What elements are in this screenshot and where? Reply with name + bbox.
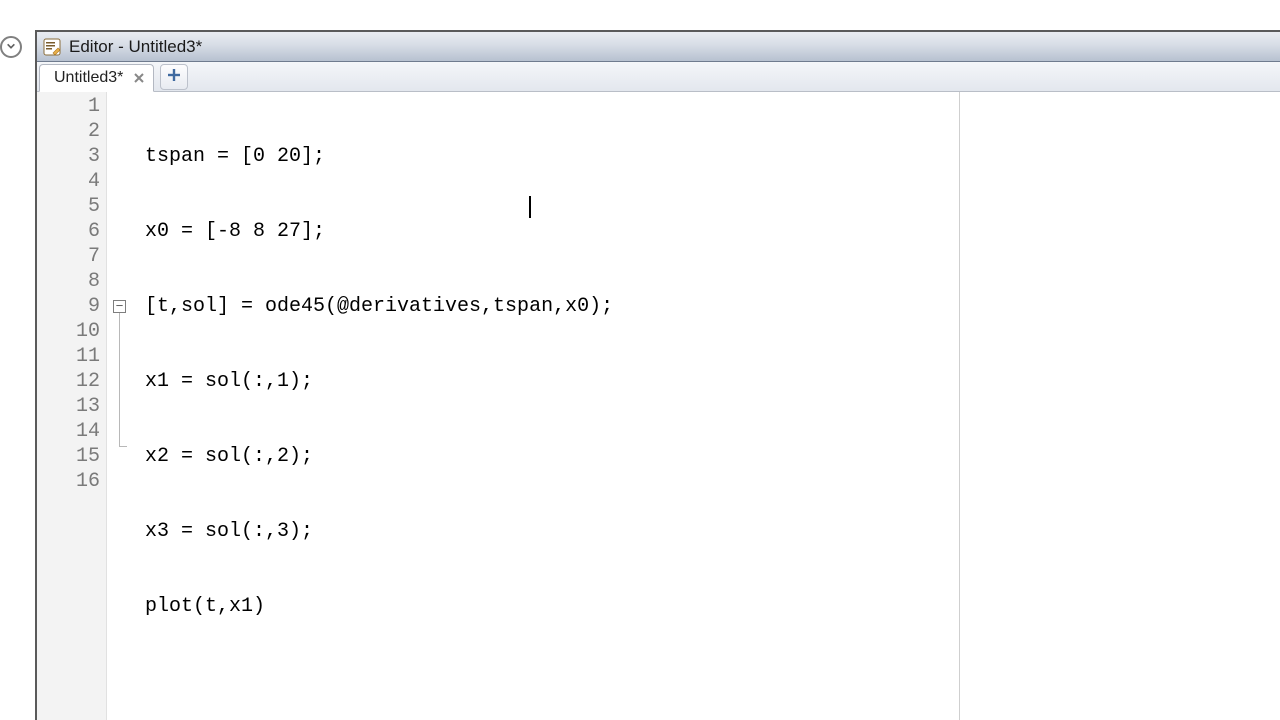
line-number: 8 [37,269,100,294]
line-number: 14 [37,419,100,444]
fold-gutter: − [107,92,141,720]
code-line: x1 = sol(:,1); [145,370,313,393]
line-number: 16 [37,469,100,494]
fold-toggle-icon[interactable]: − [113,300,126,313]
window-title: Editor - Untitled3* [69,37,202,57]
line-number: 13 [37,394,100,419]
close-tab-icon[interactable] [131,70,147,86]
title-bar: Editor - Untitled3* [37,32,1280,62]
code-line: x3 = sol(:,3); [145,520,313,543]
new-tab-button[interactable] [160,64,188,90]
plus-icon [167,68,181,87]
code-line: [t,sol] = ode45(@derivatives,tspan,x0); [145,295,613,318]
code-line: x2 = sol(:,2); [145,445,313,468]
line-number: 11 [37,344,100,369]
editor-body: 12345678910111213141516 − tspan = [0 20]… [37,92,1280,720]
line-number: 9 [37,294,100,319]
line-number: 4 [37,169,100,194]
tab-strip: Untitled3* [37,62,1280,92]
code-line: x0 = [-8 8 27]; [145,220,325,243]
text-caret [529,196,531,218]
panel-expand-knob[interactable] [0,36,22,58]
code-line: tspan = [0 20]; [145,145,325,168]
tab-label: Untitled3* [54,69,123,87]
line-number: 3 [37,144,100,169]
line-number-gutter: 12345678910111213141516 [37,92,107,720]
line-number: 1 [37,94,100,119]
line-number: 7 [37,244,100,269]
tab-untitled3[interactable]: Untitled3* [39,64,154,92]
editor-app-icon [43,38,61,56]
line-number: 2 [37,119,100,144]
editor-window: Editor - Untitled3* Untitled3* 123456789… [35,30,1280,720]
code-line: plot(t,x1) [145,595,265,618]
code-area[interactable]: tspan = [0 20]; x0 = [-8 8 27]; [t,sol] … [141,92,960,720]
line-number: 15 [37,444,100,469]
chevron-down-icon [6,38,16,56]
line-number: 6 [37,219,100,244]
line-number: 5 [37,194,100,219]
line-number: 10 [37,319,100,344]
editor-right-margin [960,92,1280,720]
line-number: 12 [37,369,100,394]
